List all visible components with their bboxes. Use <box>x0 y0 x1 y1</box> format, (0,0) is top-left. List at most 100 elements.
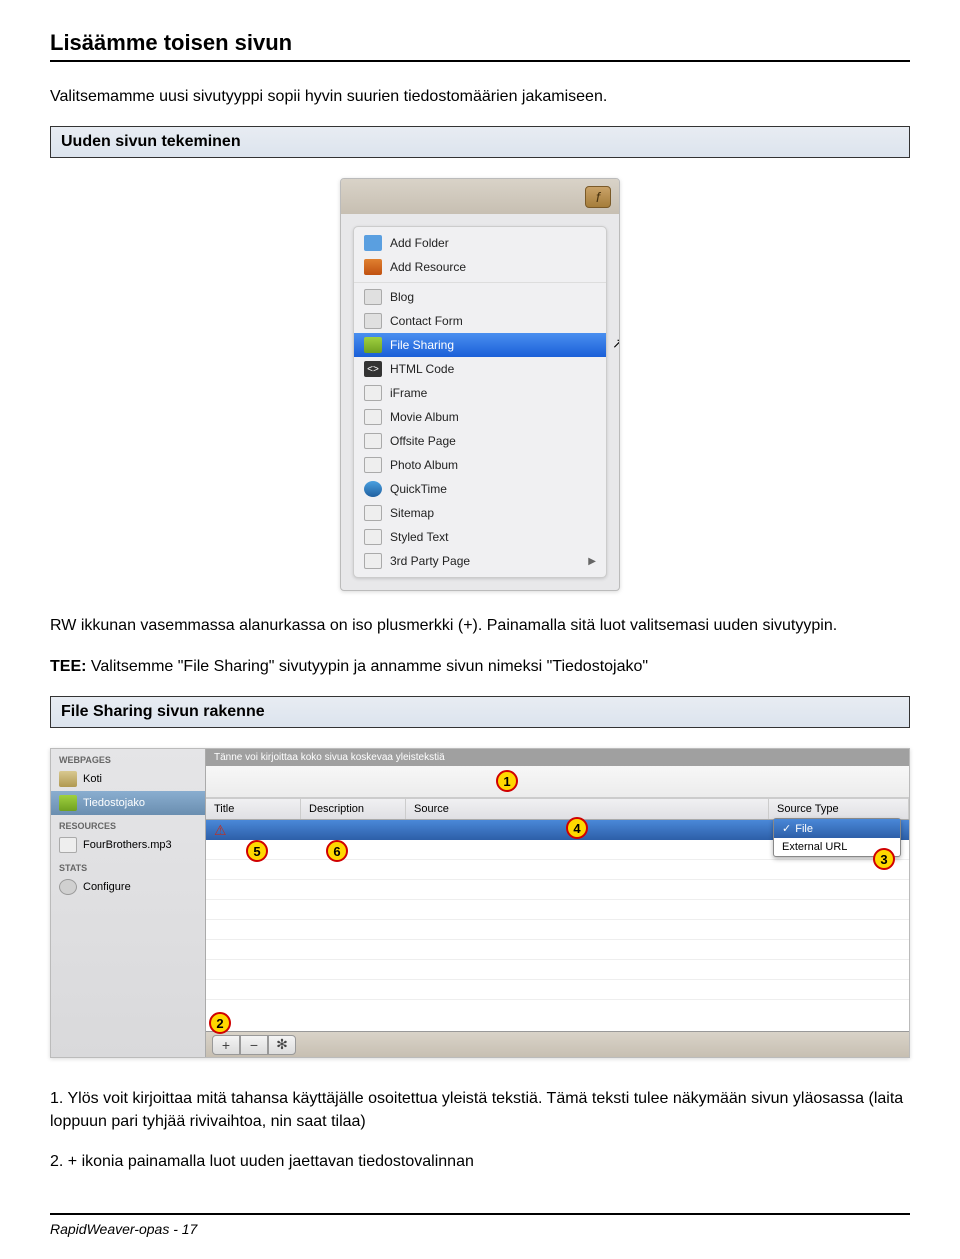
bottom-toolbar: + − ✻ 2 <box>206 1031 909 1057</box>
sidebar-item-koti[interactable]: Koti <box>51 767 205 791</box>
html-icon: <> <box>364 361 382 377</box>
menu-label: Photo Album <box>390 458 458 472</box>
styled-text-icon <box>364 529 382 545</box>
sidebar-item-mp3[interactable]: FourBrothers.mp3 <box>51 833 205 857</box>
table-header: Title Description Source Source Type <box>206 798 909 820</box>
footer-divider: RapidWeaver-opas - 17 <box>50 1213 910 1239</box>
menu-item-styled-text[interactable]: Styled Text <box>354 525 606 549</box>
file-icon <box>59 837 77 853</box>
toolbar-script-button[interactable]: f <box>585 186 611 208</box>
sidebar-item-configure[interactable]: Configure <box>51 875 205 899</box>
menu-label: HTML Code <box>390 362 454 376</box>
menu-item-movie-album[interactable]: Movie Album <box>354 405 606 429</box>
quicktime-icon <box>364 481 382 497</box>
list-item-2: 2. + ikonia painamalla luot uuden jaetta… <box>50 1151 910 1173</box>
sidebar-item-label: Configure <box>83 881 131 893</box>
th-source-type[interactable]: Source Type <box>769 799 909 819</box>
cell-desc[interactable] <box>301 820 406 840</box>
menu-item-file-sharing[interactable]: File Sharing <box>354 333 606 357</box>
menu-label: Styled Text <box>390 530 448 544</box>
menu-item-3rd-party[interactable]: 3rd Party Page ▶ <box>354 549 606 573</box>
check-icon: ✓ <box>782 823 791 835</box>
dd-label: External URL <box>782 841 847 853</box>
menu-item-add-resource[interactable]: Add Resource <box>354 255 606 279</box>
file-sharing-icon <box>59 795 77 811</box>
table-row <box>206 940 909 960</box>
menu-label: Blog <box>390 290 414 304</box>
menu-item-photo-album[interactable]: Photo Album <box>354 453 606 477</box>
sidebar-item-label: FourBrothers.mp3 <box>83 839 172 851</box>
add-button[interactable]: + <box>212 1035 240 1055</box>
home-icon <box>59 771 77 787</box>
table-row <box>206 960 909 980</box>
list-item-1: 1. Ylös voit kirjoittaa mitä tahansa käy… <box>50 1088 910 1133</box>
page-title: Lisäämme toisen sivun <box>50 30 910 56</box>
menu-label: Offsite Page <box>390 434 456 448</box>
tee-label: TEE: <box>50 658 86 675</box>
settings-button[interactable]: ✻ <box>268 1035 296 1055</box>
screenshot-file-sharing: WEBPAGES Koti Tiedostojako RESOURCES Fou… <box>50 748 910 1058</box>
intro-area[interactable]: 1 <box>206 766 909 798</box>
sidebar-header-resources: RESOURCES <box>51 815 205 833</box>
menu-item-html-code[interactable]: <> HTML Code <box>354 357 606 381</box>
warning-icon: ⚠ <box>206 820 301 840</box>
sidebar-item-label: Koti <box>83 773 102 785</box>
section-header-1: Uuden sivun tekeminen <box>50 126 910 158</box>
menu-label: Add Resource <box>390 260 466 274</box>
third-party-icon <box>364 553 382 569</box>
table-row <box>206 860 909 880</box>
iframe-icon <box>364 385 382 401</box>
resource-icon <box>364 259 382 275</box>
menu-item-iframe[interactable]: iFrame <box>354 381 606 405</box>
menu-item-sitemap[interactable]: Sitemap <box>354 501 606 525</box>
title-underline <box>50 60 910 62</box>
gear-icon <box>59 879 77 895</box>
footer-text: RapidWeaver-opas - 17 <box>50 1221 197 1237</box>
menu-item-add-folder[interactable]: Add Folder <box>354 231 606 255</box>
th-source[interactable]: Source <box>406 799 769 819</box>
sidebar: WEBPAGES Koti Tiedostojako RESOURCES Fou… <box>51 749 206 1057</box>
sidebar-item-tiedostojako[interactable]: Tiedostojako <box>51 791 205 815</box>
remove-button[interactable]: − <box>240 1035 268 1055</box>
th-title[interactable]: Title <box>206 799 301 819</box>
context-menu: Add Folder Add Resource Blog Contact For… <box>353 226 607 578</box>
menu-label: Movie Album <box>390 410 459 424</box>
intro-text-bar[interactable]: Tänne voi kirjoittaa koko sivua koskevaa… <box>206 749 909 766</box>
screenshot-menu: f Add Folder Add Resource Blog Contact F… <box>340 178 620 591</box>
file-sharing-icon <box>364 337 382 353</box>
offsite-icon <box>364 433 382 449</box>
movie-icon <box>364 409 382 425</box>
menu-label: 3rd Party Page <box>390 554 470 568</box>
th-description[interactable]: Description <box>301 799 406 819</box>
marker-6: 6 <box>326 840 348 862</box>
marker-1: 1 <box>496 770 518 792</box>
table-row <box>206 880 909 900</box>
menu-label: iFrame <box>390 386 427 400</box>
folder-icon <box>364 235 382 251</box>
marker-4: 4 <box>566 817 588 839</box>
menu-item-contact-form[interactable]: Contact Form <box>354 309 606 333</box>
blog-icon <box>364 289 382 305</box>
menu-item-blog[interactable]: Blog <box>354 282 606 309</box>
paragraph-2: TEE: Valitsemme "File Sharing" sivutyypi… <box>50 656 910 678</box>
sidebar-header-stats: STATS <box>51 857 205 875</box>
sidebar-header-webpages: WEBPAGES <box>51 749 205 767</box>
main-panel: Tänne voi kirjoittaa koko sivua koskevaa… <box>206 749 909 1057</box>
menu-label: Contact Form <box>390 314 463 328</box>
menu-item-offsite-page[interactable]: Offsite Page <box>354 429 606 453</box>
table-row <box>206 900 909 920</box>
table-row-selected[interactable]: ⚠ 4 ✓File External URL <box>206 820 909 840</box>
table-row <box>206 920 909 940</box>
chevron-right-icon: ▶ <box>588 556 596 567</box>
toolbar: f <box>341 179 619 214</box>
dropdown-item-file[interactable]: ✓ File <box>774 819 900 838</box>
menu-item-quicktime[interactable]: QuickTime <box>354 477 606 501</box>
marker-5: 5 <box>246 840 268 862</box>
tee-text: Valitsemme "File Sharing" sivutyypin ja … <box>86 658 648 675</box>
sidebar-item-label: Tiedostojako <box>83 797 145 809</box>
menu-label: QuickTime <box>390 482 447 496</box>
intro-paragraph: Valitsemamme uusi sivutyyppi sopii hyvin… <box>50 86 910 108</box>
dd-label: File <box>795 823 813 835</box>
marker-2: 2 <box>209 1012 231 1034</box>
paragraph-1: RW ikkunan vasemmassa alanurkassa on iso… <box>50 615 910 637</box>
